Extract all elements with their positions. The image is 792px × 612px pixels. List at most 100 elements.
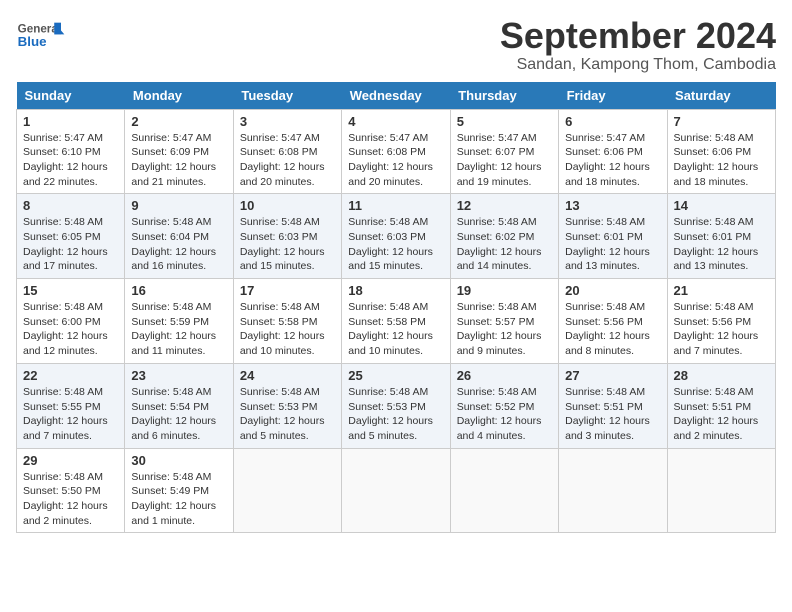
calendar-table: Sunday Monday Tuesday Wednesday Thursday… <box>16 82 776 534</box>
day-number: 9 <box>131 198 226 213</box>
table-row: 7 Sunrise: 5:48 AM Sunset: 6:06 PM Daylig… <box>667 109 775 194</box>
title-area: September 2024 Sandan, Kampong Thom, Cam… <box>500 16 776 74</box>
table-row: 19 Sunrise: 5:48 AM Sunset: 5:57 PM Dayli… <box>450 279 558 364</box>
day-number: 1 <box>23 114 118 129</box>
day-number: 26 <box>457 368 552 383</box>
day-info: Sunrise: 5:48 AM Sunset: 5:58 PM Dayligh… <box>240 300 335 359</box>
day-number: 13 <box>565 198 660 213</box>
header-thursday: Thursday <box>450 82 558 110</box>
table-row <box>342 448 450 533</box>
day-info: Sunrise: 5:48 AM Sunset: 5:59 PM Dayligh… <box>131 300 226 359</box>
day-info: Sunrise: 5:48 AM Sunset: 5:54 PM Dayligh… <box>131 385 226 444</box>
day-info: Sunrise: 5:47 AM Sunset: 6:08 PM Dayligh… <box>348 131 443 190</box>
day-info: Sunrise: 5:48 AM Sunset: 6:06 PM Dayligh… <box>674 131 769 190</box>
table-row: 21 Sunrise: 5:48 AM Sunset: 5:56 PM Dayli… <box>667 279 775 364</box>
day-number: 18 <box>348 283 443 298</box>
day-number: 25 <box>348 368 443 383</box>
table-row: 22Sunrise: 5:48 AM Sunset: 5:55 PM Dayli… <box>17 363 125 448</box>
day-info: Sunrise: 5:48 AM Sunset: 5:50 PM Dayligh… <box>23 470 118 529</box>
table-row: 29 Sunrise: 5:48 AM Sunset: 5:50 PM Dayli… <box>17 448 125 533</box>
table-row: 8Sunrise: 5:48 AM Sunset: 6:05 PM Daylig… <box>17 194 125 279</box>
day-info: Sunrise: 5:48 AM Sunset: 5:51 PM Dayligh… <box>674 385 769 444</box>
day-info: Sunrise: 5:47 AM Sunset: 6:06 PM Dayligh… <box>565 131 660 190</box>
month-title: September 2024 <box>500 16 776 56</box>
header-wednesday: Wednesday <box>342 82 450 110</box>
table-row: 23 Sunrise: 5:48 AM Sunset: 5:54 PM Dayli… <box>125 363 233 448</box>
table-row: 14Sunrise: 5:48 AM Sunset: 6:01 PM Dayli… <box>667 194 775 279</box>
table-row: 1 Sunrise: 5:47 AM Sunset: 6:10 PM Daylig… <box>17 109 125 194</box>
day-info: Sunrise: 5:48 AM Sunset: 5:53 PM Dayligh… <box>348 385 443 444</box>
day-number: 19 <box>457 283 552 298</box>
svg-text:Blue: Blue <box>18 34 47 49</box>
day-number: 27 <box>565 368 660 383</box>
day-info: Sunrise: 5:48 AM Sunset: 5:52 PM Dayligh… <box>457 385 552 444</box>
table-row <box>233 448 341 533</box>
day-info: Sunrise: 5:48 AM Sunset: 5:55 PM Dayligh… <box>23 385 118 444</box>
table-row: 12 Sunrise: 5:48 AM Sunset: 6:02 PM Dayli… <box>450 194 558 279</box>
day-number: 7 <box>674 114 769 129</box>
header-tuesday: Tuesday <box>233 82 341 110</box>
day-number: 28 <box>674 368 769 383</box>
day-number: 16 <box>131 283 226 298</box>
day-number: 29 <box>23 453 118 468</box>
table-row: 16 Sunrise: 5:48 AM Sunset: 5:59 PM Dayli… <box>125 279 233 364</box>
header-saturday: Saturday <box>667 82 775 110</box>
table-row: 27Sunrise: 5:48 AM Sunset: 5:51 PM Dayli… <box>559 363 667 448</box>
day-info: Sunrise: 5:48 AM Sunset: 6:00 PM Dayligh… <box>23 300 118 359</box>
day-number: 11 <box>348 198 443 213</box>
day-info: Sunrise: 5:48 AM Sunset: 5:53 PM Dayligh… <box>240 385 335 444</box>
table-row <box>559 448 667 533</box>
table-row <box>450 448 558 533</box>
table-row: 4 Sunrise: 5:47 AM Sunset: 6:08 PM Daylig… <box>342 109 450 194</box>
table-row: 18 Sunrise: 5:48 AM Sunset: 5:58 PM Dayli… <box>342 279 450 364</box>
day-number: 10 <box>240 198 335 213</box>
table-row: 5 Sunrise: 5:47 AM Sunset: 6:07 PM Daylig… <box>450 109 558 194</box>
day-number: 20 <box>565 283 660 298</box>
day-number: 21 <box>674 283 769 298</box>
header-sunday: Sunday <box>17 82 125 110</box>
calendar-row: 22Sunrise: 5:48 AM Sunset: 5:55 PM Dayli… <box>17 363 776 448</box>
calendar-row: 1 Sunrise: 5:47 AM Sunset: 6:10 PM Daylig… <box>17 109 776 194</box>
day-info: Sunrise: 5:48 AM Sunset: 6:03 PM Dayligh… <box>240 215 335 274</box>
table-row: 9 Sunrise: 5:48 AM Sunset: 6:04 PM Daylig… <box>125 194 233 279</box>
day-info: Sunrise: 5:48 AM Sunset: 6:01 PM Dayligh… <box>674 215 769 274</box>
day-info: Sunrise: 5:47 AM Sunset: 6:10 PM Dayligh… <box>23 131 118 190</box>
table-row: 3Sunrise: 5:47 AM Sunset: 6:08 PM Daylig… <box>233 109 341 194</box>
table-row: 10 Sunrise: 5:48 AM Sunset: 6:03 PM Dayli… <box>233 194 341 279</box>
day-info: Sunrise: 5:48 AM Sunset: 5:56 PM Dayligh… <box>674 300 769 359</box>
day-info: Sunrise: 5:48 AM Sunset: 6:04 PM Dayligh… <box>131 215 226 274</box>
day-number: 15 <box>23 283 118 298</box>
logo-icon: General Blue <box>16 16 66 56</box>
table-row: 15 Sunrise: 5:48 AM Sunset: 6:00 PM Dayli… <box>17 279 125 364</box>
header-friday: Friday <box>559 82 667 110</box>
table-row: 30Sunrise: 5:48 AM Sunset: 5:49 PM Dayli… <box>125 448 233 533</box>
table-row: 26 Sunrise: 5:48 AM Sunset: 5:52 PM Dayli… <box>450 363 558 448</box>
day-number: 6 <box>565 114 660 129</box>
calendar-row: 8Sunrise: 5:48 AM Sunset: 6:05 PM Daylig… <box>17 194 776 279</box>
day-number: 30 <box>131 453 226 468</box>
day-info: Sunrise: 5:48 AM Sunset: 6:02 PM Dayligh… <box>457 215 552 274</box>
day-number: 23 <box>131 368 226 383</box>
day-number: 5 <box>457 114 552 129</box>
day-number: 4 <box>348 114 443 129</box>
day-info: Sunrise: 5:48 AM Sunset: 6:01 PM Dayligh… <box>565 215 660 274</box>
page-header: General Blue September 2024 Sandan, Kamp… <box>16 16 776 74</box>
day-info: Sunrise: 5:48 AM Sunset: 5:58 PM Dayligh… <box>348 300 443 359</box>
table-row: 24Sunrise: 5:48 AM Sunset: 5:53 PM Dayli… <box>233 363 341 448</box>
table-row: 28 Sunrise: 5:48 AM Sunset: 5:51 PM Dayli… <box>667 363 775 448</box>
table-row: 6 Sunrise: 5:47 AM Sunset: 6:06 PM Daylig… <box>559 109 667 194</box>
day-info: Sunrise: 5:48 AM Sunset: 6:05 PM Dayligh… <box>23 215 118 274</box>
day-number: 12 <box>457 198 552 213</box>
days-header-row: Sunday Monday Tuesday Wednesday Thursday… <box>17 82 776 110</box>
header-monday: Monday <box>125 82 233 110</box>
day-info: Sunrise: 5:47 AM Sunset: 6:09 PM Dayligh… <box>131 131 226 190</box>
table-row: 20Sunrise: 5:48 AM Sunset: 5:56 PM Dayli… <box>559 279 667 364</box>
day-info: Sunrise: 5:47 AM Sunset: 6:07 PM Dayligh… <box>457 131 552 190</box>
table-row <box>667 448 775 533</box>
table-row: 13 Sunrise: 5:48 AM Sunset: 6:01 PM Dayli… <box>559 194 667 279</box>
day-number: 2 <box>131 114 226 129</box>
day-info: Sunrise: 5:48 AM Sunset: 5:57 PM Dayligh… <box>457 300 552 359</box>
calendar-row: 29 Sunrise: 5:48 AM Sunset: 5:50 PM Dayli… <box>17 448 776 533</box>
table-row: 11Sunrise: 5:48 AM Sunset: 6:03 PM Dayli… <box>342 194 450 279</box>
table-row: 2 Sunrise: 5:47 AM Sunset: 6:09 PM Daylig… <box>125 109 233 194</box>
